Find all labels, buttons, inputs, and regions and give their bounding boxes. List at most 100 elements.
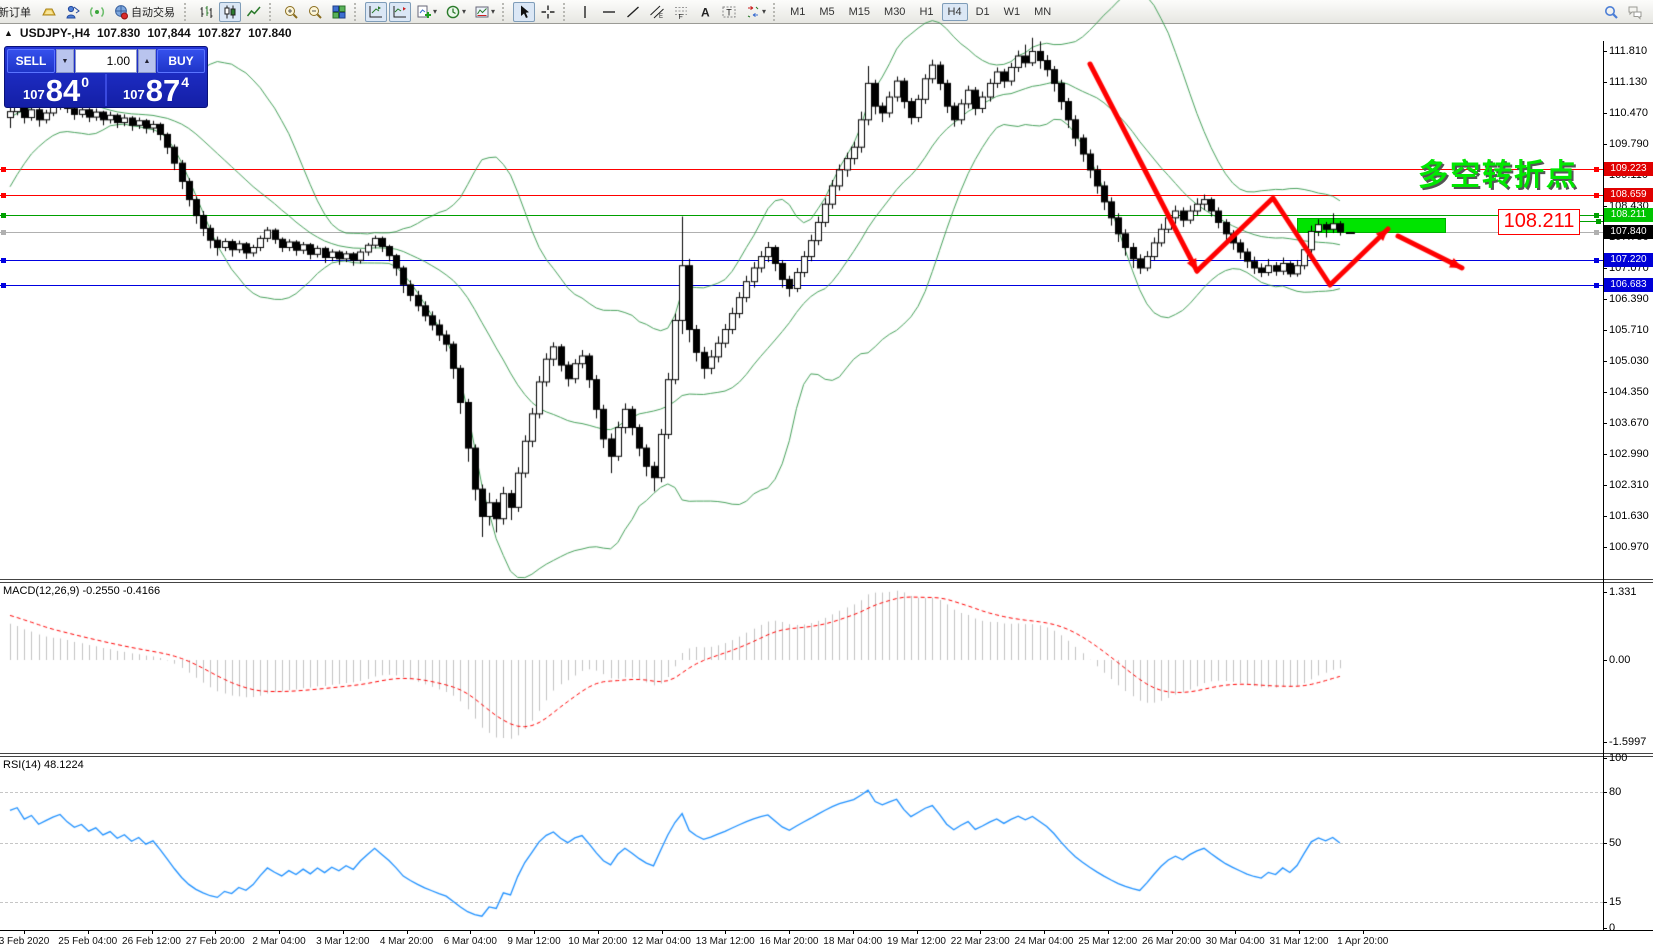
trendline-button[interactable]: [622, 2, 644, 22]
new-order-button[interactable]: 新订单: [0, 2, 36, 22]
volume-input[interactable]: [75, 49, 137, 73]
cursor-button[interactable]: [513, 2, 535, 22]
arrows-button[interactable]: ▾: [742, 2, 769, 22]
horizontal-level-line[interactable]: [0, 195, 1603, 196]
candlestick-icon: [222, 4, 238, 20]
timeframe-m1[interactable]: M1: [784, 3, 811, 21]
deposit-gold-button[interactable]: [38, 2, 60, 22]
level-handle[interactable]: [1594, 230, 1599, 235]
chart-area[interactable]: [0, 41, 1603, 930]
price-tick-mark: [1603, 516, 1607, 517]
new-chart-button[interactable]: ▾: [413, 2, 440, 22]
horizontal-level-line[interactable]: [0, 260, 1603, 261]
indicator-tick-label: 1.331: [1609, 586, 1637, 598]
quote-symbol: USDJPY-,H4: [20, 26, 90, 40]
horizontal-level-line[interactable]: [0, 169, 1603, 170]
level-handle[interactable]: [1, 167, 6, 172]
line-chart-button[interactable]: [243, 2, 265, 22]
buy-price-prefix: 107: [123, 87, 145, 102]
svg-text:T: T: [726, 7, 732, 17]
candlestick-button[interactable]: [219, 2, 241, 22]
volume-decrease-button[interactable]: ▼: [56, 49, 74, 73]
price-tick-label: 103.670: [1609, 417, 1649, 429]
buy-button[interactable]: BUY: [157, 49, 205, 73]
auto-scroll-button[interactable]: [365, 2, 387, 22]
timeframe-h4[interactable]: H4: [942, 3, 968, 21]
level-handle[interactable]: [1594, 283, 1599, 288]
horizontal-level-line[interactable]: [0, 215, 1603, 216]
dropdown-caret-icon: ▾: [762, 7, 766, 16]
dropdown-caret-icon: ▾: [433, 7, 437, 16]
text-button[interactable]: A: [694, 2, 716, 22]
period-clock-button[interactable]: ▾: [442, 2, 469, 22]
sell-price[interactable]: 107 84 0: [7, 74, 105, 106]
timeframe-h1[interactable]: H1: [913, 3, 939, 21]
date-tick-mark: [470, 930, 471, 934]
search-button[interactable]: [1600, 2, 1622, 22]
level-handle[interactable]: [1, 258, 6, 263]
date-tick-mark: [853, 930, 854, 934]
level-handle[interactable]: [1, 213, 6, 218]
indicator-tick-mark: [1603, 792, 1607, 793]
level-handle[interactable]: [1594, 167, 1599, 172]
buy-price[interactable]: 107 87 4: [107, 74, 205, 106]
indicator-tick-label: -1.5997: [1609, 736, 1646, 748]
indicator-tick-mark: [1603, 902, 1607, 903]
pane-separator[interactable]: [0, 930, 1653, 931]
level-handle[interactable]: [1594, 213, 1599, 218]
quote-bar: ▲ USDJPY-,H4 107.830 107,844 107.827 107…: [4, 25, 292, 41]
chat-button[interactable]: [1624, 2, 1646, 22]
timeframe-mn[interactable]: MN: [1028, 3, 1057, 21]
pane-separator[interactable]: [0, 753, 1653, 754]
price-badge: 108.659: [1604, 188, 1653, 202]
sell-button[interactable]: SELL: [7, 49, 55, 73]
timeframe-w1[interactable]: W1: [998, 3, 1027, 21]
zoom-in-button[interactable]: [280, 2, 302, 22]
price-tick-label: 111.130: [1609, 76, 1647, 88]
profile-button[interactable]: [62, 2, 84, 22]
template-button[interactable]: ▾: [471, 2, 498, 22]
text-label-button[interactable]: T: [718, 2, 740, 22]
dropdown-caret-icon: ▾: [491, 7, 495, 16]
toolbar-separator: [563, 3, 570, 21]
turning-point-annotation[interactable]: 多空转折点: [1418, 150, 1578, 194]
timeframe-m30[interactable]: M30: [878, 3, 911, 21]
price-tick-mark: [1603, 299, 1607, 300]
level-handle[interactable]: [1594, 193, 1599, 198]
toolbar: 新订单 自动交易 ▾ ▾ ▾ EFA T ▾ M1M5M15M30H1H4D1W1MN: [0, 0, 1653, 24]
pane-separator[interactable]: [0, 579, 1653, 580]
level-handle[interactable]: [1, 283, 6, 288]
crosshair-icon: [540, 4, 556, 20]
price-label-annotation[interactable]: 108.211: [1498, 209, 1580, 235]
level-handle[interactable]: [1594, 258, 1599, 263]
pane-separator[interactable]: [0, 756, 1653, 757]
zoom-out-button[interactable]: [304, 2, 326, 22]
equidistant-channel-button[interactable]: E: [646, 2, 668, 22]
level-handle[interactable]: [1, 193, 6, 198]
date-label: 3 Mar 12:00: [316, 936, 369, 947]
text-icon: A: [697, 4, 713, 20]
toolbar-separator: [502, 3, 509, 21]
crosshair-button[interactable]: [537, 2, 559, 22]
autotrade-button[interactable]: 自动交易: [110, 2, 180, 22]
price-tick-label: 106.390: [1609, 293, 1649, 305]
timeframe-d1[interactable]: D1: [970, 3, 996, 21]
pane-separator[interactable]: [0, 582, 1653, 583]
timeframe-m5[interactable]: M5: [813, 3, 840, 21]
horizontal-line-button[interactable]: [598, 2, 620, 22]
price-tick-mark: [1603, 51, 1607, 52]
bar-chart-icon: [198, 4, 214, 20]
tile-windows-button[interactable]: [328, 2, 350, 22]
chart-shift-button[interactable]: [389, 2, 411, 22]
highlight-rectangle[interactable]: [1297, 218, 1446, 233]
fibonacci-button[interactable]: F: [670, 2, 692, 22]
vertical-line-button[interactable]: [574, 2, 596, 22]
date-tick-mark: [279, 930, 280, 934]
label-connector-handle[interactable]: [1596, 219, 1601, 224]
bar-chart-button[interactable]: [195, 2, 217, 22]
level-handle[interactable]: [1, 230, 6, 235]
volume-increase-button[interactable]: ▲: [138, 49, 156, 73]
timeframe-m15[interactable]: M15: [843, 3, 876, 21]
horizontal-level-line[interactable]: [0, 285, 1603, 286]
signal-button[interactable]: [86, 2, 108, 22]
